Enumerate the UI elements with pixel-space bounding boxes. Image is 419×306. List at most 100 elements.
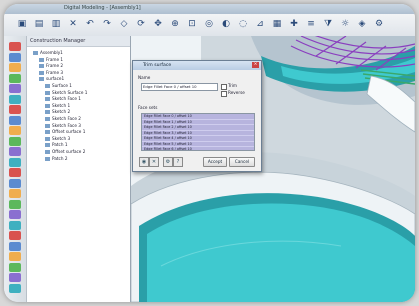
rotate-icon[interactable]: ⟳ — [135, 18, 147, 30]
tree-item[interactable]: Sketch Face 2 — [45, 116, 81, 122]
cancel-button[interactable]: Cancel — [229, 157, 255, 167]
face-set-item[interactable]: Edge Fillet Face 6 / offset 10 — [142, 147, 254, 150]
tree-item-label: Sketch 1 — [52, 102, 71, 108]
tree-item[interactable]: surface1 — [39, 76, 64, 82]
save-icon[interactable]: ▤ — [33, 18, 45, 30]
print-icon[interactable]: ▥ — [50, 18, 62, 30]
tree-item-label: Frame 1 — [46, 56, 64, 62]
face-sets-list[interactable]: Edge Fillet Face 0 / offset 10 Edge Fille… — [141, 113, 255, 151]
tool-strip-icon[interactable] — [9, 178, 21, 188]
tool-strip-icon[interactable] — [9, 73, 21, 83]
face-sets-label: Face sets — [138, 105, 158, 110]
title-bar: Digital Modeling - [Assembly1] — [4, 4, 415, 14]
fit-icon[interactable]: ⊡ — [186, 18, 198, 30]
tool-strip-icon[interactable] — [9, 168, 21, 177]
feature-icon — [39, 70, 44, 75]
left-tool-strip — [4, 36, 27, 302]
tool-strip-icon[interactable] — [9, 147, 21, 156]
tool-strip-icon[interactable] — [9, 252, 21, 261]
tree-item[interactable]: Sketch Face 3 — [45, 123, 81, 129]
tool-strip-icon[interactable] — [9, 157, 21, 167]
tree-item[interactable]: Patch 1 — [45, 142, 68, 148]
tool-strip-icon[interactable] — [9, 42, 21, 51]
feature-icon — [45, 143, 50, 148]
dialog-close-icon[interactable]: × — [252, 62, 259, 68]
grid-icon[interactable]: ▦ — [271, 18, 283, 30]
light-icon[interactable]: ☼ — [339, 18, 351, 30]
settings-icon[interactable]: ⚙ — [163, 157, 173, 167]
tree-item[interactable]: Sketch 3 — [45, 136, 70, 142]
tree-item[interactable]: Sketch Surface 1 — [45, 90, 87, 96]
tool-strip-icon[interactable] — [9, 63, 21, 72]
reverse-checkbox[interactable] — [221, 91, 227, 97]
feature-icon — [45, 150, 50, 154]
tree-item-label: surface1 — [46, 76, 65, 82]
tree-item-label: Frame 2 — [46, 63, 64, 69]
tree-item[interactable]: Surface 1 — [45, 83, 72, 89]
tree-item-label: Assembly1 — [40, 50, 63, 55]
feature-icon — [39, 57, 44, 62]
trim-checkbox-label: Trim — [228, 83, 237, 88]
dialog-title-bar: Trim surface × — [133, 61, 261, 70]
tree-item[interactable]: Offset surface 1 — [45, 129, 85, 135]
open-icon[interactable]: ▣ — [16, 18, 28, 30]
tree-item[interactable]: Assembly1 — [33, 50, 63, 56]
tree-item[interactable]: Sketch Face 1 — [45, 96, 81, 102]
redo-icon[interactable]: ↷ — [101, 18, 113, 30]
tree-item[interactable]: Sketch 2 — [45, 109, 70, 115]
select-icon[interactable]: ◇ — [118, 18, 130, 30]
tool-strip-icon[interactable] — [9, 241, 21, 251]
tool-strip-icon[interactable] — [9, 231, 21, 240]
tree-item-label: Sketch Face 1 — [52, 96, 81, 102]
settings-icon[interactable]: ⚙ — [373, 18, 385, 30]
window-title: Digital Modeling - [Assembly1] — [64, 5, 141, 11]
tree-item[interactable]: Frame 3 — [39, 70, 63, 76]
feature-icon — [45, 156, 50, 161]
tree-item-label: Sketch Face 2 — [52, 116, 81, 121]
tool-strip-icon[interactable] — [9, 126, 21, 135]
application-window: Digital Modeling - [Assembly1] ▣ ▤ ▥ ✕ ↶ ↷ ◇ ⟳ ✥… — [4, 4, 415, 302]
zoom-icon[interactable]: ⊕ — [169, 18, 181, 30]
filter-icon[interactable]: ⧩ — [322, 18, 334, 30]
name-input[interactable]: Edge Fillet Face 0 / offset 10 — [141, 83, 218, 91]
tool-strip-icon[interactable] — [9, 52, 21, 62]
tool-strip-icon[interactable] — [9, 273, 21, 282]
tree-item[interactable]: Patch 2 — [45, 156, 68, 162]
wire-icon[interactable]: ◌ — [237, 18, 249, 30]
layer-icon[interactable]: ≡ — [305, 18, 317, 30]
tool-strip-icon[interactable] — [9, 220, 21, 230]
tool-strip-icon[interactable] — [9, 189, 21, 198]
tree-item[interactable]: Frame 2 — [39, 63, 63, 69]
delete-icon[interactable]: ✕ — [67, 18, 79, 30]
tool-strip-icon[interactable] — [9, 283, 21, 293]
tree-item-label: Sketch 2 — [52, 109, 71, 115]
pan-icon[interactable]: ✥ — [152, 18, 164, 30]
render-icon[interactable]: ◈ — [356, 18, 368, 30]
tool-strip-icon[interactable] — [9, 115, 21, 125]
pick-icon[interactable]: ◉ — [139, 157, 149, 167]
remove-icon[interactable]: ✕ — [149, 157, 159, 167]
trim-checkbox[interactable] — [221, 84, 227, 90]
tool-strip-icon[interactable] — [9, 262, 21, 272]
tool-strip-icon[interactable] — [9, 210, 21, 219]
tree-item[interactable]: Offset surface 2 — [45, 149, 85, 155]
tree-panel-header: Construction Manager — [27, 36, 130, 47]
tool-strip-icon[interactable] — [9, 199, 21, 209]
tool-strip-icon[interactable] — [9, 94, 21, 104]
tree-item[interactable]: Sketch 1 — [45, 103, 70, 109]
undo-icon[interactable]: ↶ — [84, 18, 96, 30]
tool-strip-icon[interactable] — [9, 105, 21, 114]
snap-icon[interactable]: ✚ — [288, 18, 300, 30]
accept-button[interactable]: Accept — [203, 157, 227, 167]
tree-item[interactable]: Frame 1 — [39, 57, 63, 63]
help-icon[interactable]: ? — [173, 157, 183, 167]
view-icon[interactable]: ◎ — [203, 18, 215, 30]
feature-icon — [45, 123, 50, 128]
tree-item-label: Surface 1 — [52, 83, 72, 88]
shade-icon[interactable]: ◐ — [220, 18, 232, 30]
feature-icon — [39, 64, 44, 69]
measure-icon[interactable]: ⊿ — [254, 18, 266, 30]
tool-strip-icon[interactable] — [9, 84, 21, 93]
feature-icon — [45, 130, 50, 135]
tool-strip-icon[interactable] — [9, 136, 21, 146]
